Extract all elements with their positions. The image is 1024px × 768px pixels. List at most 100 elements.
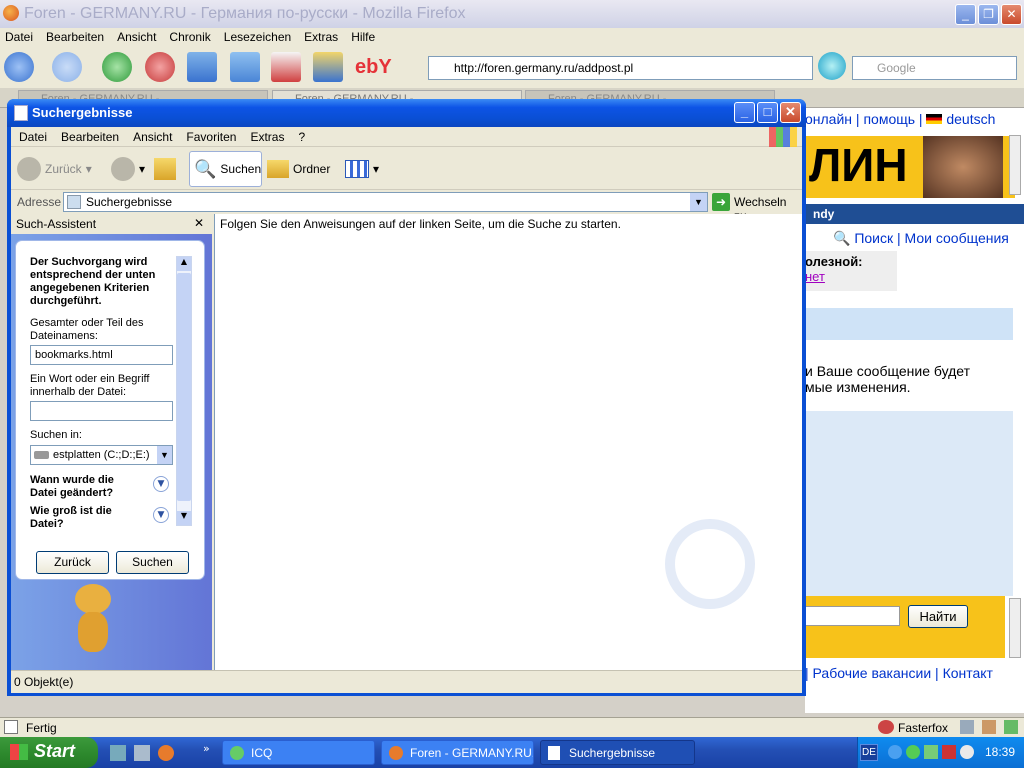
tray-icon-4[interactable]: [942, 745, 956, 759]
quicklaunch-expand-icon[interactable]: »: [203, 742, 210, 755]
search-dog-image[interactable]: [63, 584, 123, 659]
word-label: Ein Wort oder ein Begriff innerhalb der …: [30, 373, 150, 398]
maximize-button[interactable]: ❐: [978, 4, 999, 25]
ebay-icon[interactable]: ebY: [355, 56, 392, 79]
scroll-up-icon[interactable]: ▲: [177, 257, 191, 271]
mail-icon[interactable]: [271, 52, 301, 82]
taskbar-item-firefox[interactable]: Foren - GERMANY.RU...: [381, 740, 534, 765]
menu-ansicht[interactable]: Ansicht: [117, 30, 156, 48]
search-links: 🔍 Поиск | Мои сообщения: [833, 230, 1009, 246]
useful-net-link[interactable]: нет: [805, 269, 825, 284]
explorer-titlebar: Suchergebnisse _ □ ✕: [7, 99, 806, 127]
page-scrollbar-bottom[interactable]: [1009, 598, 1021, 658]
go-icon[interactable]: [818, 52, 846, 80]
start-button[interactable]: Start: [0, 737, 98, 768]
folders-button[interactable]: Ordner: [267, 151, 330, 187]
site-search-input[interactable]: [805, 606, 900, 626]
explorer-minimize-button[interactable]: _: [734, 102, 755, 123]
fasterfox-label[interactable]: Fasterfox: [898, 721, 948, 735]
chevron-down-icon[interactable]: ▼: [153, 476, 169, 492]
newtab-icon[interactable]: [230, 52, 260, 82]
google-search-input[interactable]: Google: [852, 56, 1017, 80]
page-scrollbar-top[interactable]: [1009, 135, 1021, 195]
search-in-dropdown-icon[interactable]: ▼: [157, 446, 172, 464]
minimize-button[interactable]: _: [955, 4, 976, 25]
quicklaunch-icon-1[interactable]: [110, 745, 126, 761]
size-label[interactable]: Wie groß ist die Datei?: [30, 505, 140, 531]
search-button[interactable]: 🔍 Suchen: [189, 151, 262, 187]
when-modified-label[interactable]: Wann wurde die Datei geändert?: [30, 474, 140, 500]
quicklaunch-icon-2[interactable]: [134, 745, 150, 761]
search-form-button[interactable]: Suchen: [116, 551, 189, 574]
status-icon-2[interactable]: [982, 720, 996, 734]
go-arrow-icon[interactable]: ➜: [712, 193, 730, 211]
up-button[interactable]: [154, 151, 176, 187]
menu-bearbeiten[interactable]: Bearbeiten: [46, 30, 104, 48]
tray-icon-5[interactable]: [960, 745, 974, 759]
forward-icon[interactable]: [52, 52, 82, 82]
url-input[interactable]: http://foren.germany.ru/addpost.pl: [428, 56, 813, 80]
back-button-label: Zurück: [45, 162, 82, 176]
firefox-statusbar: Fertig Fasterfox: [0, 717, 1024, 737]
ex-menu-ansicht[interactable]: Ansicht: [133, 130, 172, 146]
chevron-down-icon[interactable]: ▼: [153, 507, 169, 523]
ex-menu-help[interactable]: ?: [298, 130, 305, 146]
word-input[interactable]: [30, 401, 173, 421]
taskbar-item-icq[interactable]: ICQ: [222, 740, 375, 765]
back-button[interactable]: Zurück ▾: [17, 151, 92, 187]
firefox-quicklaunch-icon[interactable]: [158, 745, 174, 761]
forward-button[interactable]: ▾: [111, 151, 145, 187]
link-messages[interactable]: Мои сообщения: [905, 230, 1009, 246]
ex-menu-datei[interactable]: Datei: [19, 130, 47, 146]
reload-icon[interactable]: [102, 52, 132, 82]
menu-hilfe[interactable]: Hilfe: [351, 30, 375, 48]
explorer-close-button[interactable]: ✕: [780, 102, 801, 123]
panel-scrollbar[interactable]: ▲ ▼: [176, 256, 192, 526]
stop-icon[interactable]: [145, 52, 175, 82]
address-dropdown-icon[interactable]: ▼: [690, 193, 707, 211]
link-deutsch[interactable]: deutsch: [946, 111, 995, 127]
menu-extras[interactable]: Extras: [304, 30, 338, 48]
ex-menu-favoriten[interactable]: Favoriten: [186, 130, 236, 146]
explorer-maximize-button[interactable]: □: [757, 102, 778, 123]
ex-menu-extras[interactable]: Extras: [250, 130, 284, 146]
scroll-thumb[interactable]: [177, 273, 191, 501]
ex-menu-bearbeiten[interactable]: Bearbeiten: [61, 130, 119, 146]
back-form-button[interactable]: Zurück: [36, 551, 109, 574]
menu-lesezeichen[interactable]: Lesezeichen: [224, 30, 291, 48]
link-vacancies[interactable]: Рабочие вакансии: [813, 665, 932, 681]
tray-icon-1[interactable]: [888, 745, 902, 759]
scroll-down-icon[interactable]: ▼: [177, 511, 191, 525]
tray-icon-2[interactable]: [906, 745, 920, 759]
close-button[interactable]: ✕: [1001, 4, 1022, 25]
back-arrow-icon: [17, 157, 41, 181]
status-icon-3[interactable]: [1004, 720, 1018, 734]
notice-text: и Ваше сообщение будет мые изменения.: [805, 363, 970, 395]
address-bar: Adresse Suchergebnisse ▼ ➜ Wechseln zu: [11, 190, 802, 223]
find-button[interactable]: Найти: [908, 605, 968, 628]
status-icon-1[interactable]: [960, 720, 974, 734]
language-indicator[interactable]: DE: [860, 744, 878, 761]
link-online[interactable]: онлайн: [805, 111, 852, 127]
magnifier-icon: 🔍: [194, 158, 217, 179]
taskbar-item-suchergebnisse[interactable]: Suchergebnisse: [540, 740, 695, 765]
explorer-title: Suchergebnisse: [32, 105, 133, 120]
search-form-panel: Der Suchvorgang wird entsprechend der un…: [15, 240, 205, 580]
banner-ad[interactable]: ЛИН: [805, 136, 1015, 198]
views-button[interactable]: ▾: [345, 151, 379, 187]
extension-icon[interactable]: [313, 52, 343, 82]
link-help[interactable]: помощь: [863, 111, 915, 127]
search-in-select[interactable]: estplatten (C:;D:;E:) ▼: [30, 445, 173, 465]
explorer-menubar: Datei Bearbeiten Ansicht Favoriten Extra…: [11, 127, 802, 147]
back-icon[interactable]: [4, 52, 34, 82]
address-input[interactable]: Suchergebnisse ▼: [63, 192, 708, 212]
tray-icon-3[interactable]: [924, 745, 938, 759]
link-search[interactable]: Поиск: [854, 230, 893, 246]
status-page-icon: [4, 720, 18, 734]
menu-datei[interactable]: Datei: [5, 30, 33, 48]
filename-input[interactable]: bookmarks.html: [30, 345, 173, 365]
home-icon[interactable]: [187, 52, 217, 82]
close-pane-icon[interactable]: ✕: [194, 216, 204, 230]
menu-chronik[interactable]: Chronik: [169, 30, 210, 48]
link-contact[interactable]: Контакт: [943, 665, 993, 681]
